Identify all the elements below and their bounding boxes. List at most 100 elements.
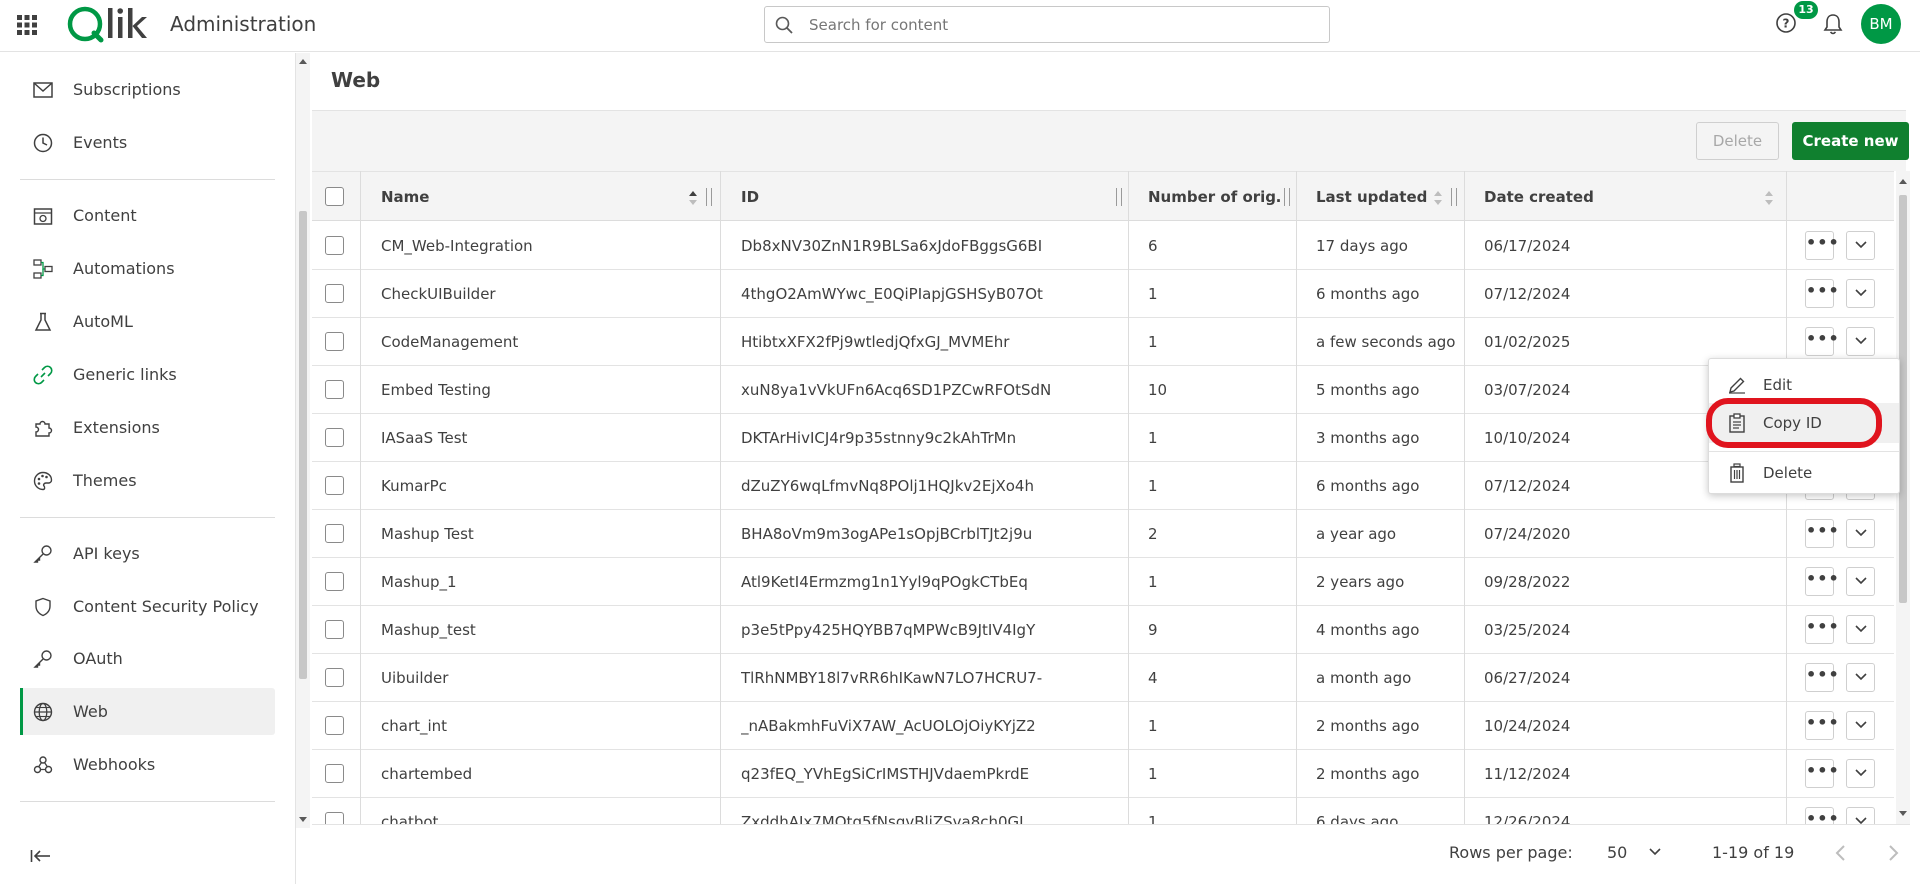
more-actions-button[interactable]: ••• — [1805, 567, 1839, 596]
more-actions-button[interactable]: ••• — [1805, 327, 1839, 356]
menu-item-copy-id[interactable]: Copy ID — [1709, 403, 1899, 443]
scroll-up-arrow-icon[interactable] — [299, 59, 307, 64]
table-scrollbar[interactable] — [1896, 171, 1910, 824]
row-checkbox[interactable] — [325, 668, 344, 687]
expand-row-button[interactable] — [1846, 663, 1875, 692]
bell-icon[interactable] — [1822, 12, 1844, 36]
more-actions-button[interactable]: ••• — [1805, 711, 1839, 740]
row-checkbox[interactable] — [325, 620, 344, 639]
column-header-date-created[interactable]: Date created — [1484, 172, 1684, 222]
column-resize-handle[interactable] — [1451, 188, 1457, 206]
table-row[interactable]: CodeManagement HtibtxXFX2fPj9wtledjQfxGJ_… — [312, 318, 1894, 366]
more-actions-button[interactable]: ••• — [1805, 231, 1839, 260]
expand-row-button[interactable] — [1846, 327, 1875, 356]
table-row[interactable]: chartembed q23fEQ_YVhEgSiCrIMSTHJVdaemPkr… — [312, 750, 1894, 798]
column-header-name[interactable]: Name — [381, 172, 581, 222]
user-avatar[interactable]: BM — [1861, 4, 1901, 44]
more-actions-button[interactable]: ••• — [1805, 807, 1839, 824]
chevron-down-icon — [1649, 848, 1661, 856]
sidebar-item-api-keys[interactable]: API keys — [20, 530, 275, 577]
table-row[interactable]: CheckUIBuilder 4thgO2AmWYwc_E0QiPIapjGSHS… — [312, 270, 1894, 318]
sidebar-item-content[interactable]: Content — [20, 192, 275, 239]
column-resize-handle[interactable] — [706, 188, 712, 206]
table-row[interactable]: IASaaS Test DKTArHivICJ4r9p35stnny9c2kAhT… — [312, 414, 1894, 462]
search-input[interactable] — [807, 12, 1307, 38]
sidebar-item-events[interactable]: Events — [20, 119, 275, 166]
sidebar-item-automl[interactable]: AutoML — [20, 298, 275, 345]
sidebar-item-oauth[interactable]: OAuth — [20, 635, 275, 682]
more-actions-button[interactable]: ••• — [1805, 759, 1839, 788]
sidebar-item-content-security-policy[interactable]: Content Security Policy — [20, 583, 275, 630]
sidebar-item-extensions[interactable]: Extensions — [20, 404, 275, 451]
table-row[interactable]: chart_int _nABakmhFuViX7AW_AcUOLOjOiyKYjZ… — [312, 702, 1894, 750]
rows-per-page-select[interactable]: 50 — [1607, 837, 1687, 869]
row-checkbox[interactable] — [325, 524, 344, 543]
select-all-checkbox[interactable] — [325, 187, 344, 206]
column-header-number-of-origins[interactable]: Number of orig… — [1148, 172, 1282, 222]
row-checkbox[interactable] — [325, 380, 344, 399]
sidebar-item-subscriptions[interactable]: Subscriptions — [20, 66, 275, 113]
previous-page-icon[interactable] — [1828, 840, 1854, 866]
column-resize-handle[interactable] — [1284, 188, 1290, 206]
create-new-button[interactable]: Create new — [1792, 122, 1909, 160]
row-checkbox[interactable] — [325, 764, 344, 783]
search-box[interactable] — [764, 6, 1330, 43]
sidebar-scrollbar[interactable] — [296, 53, 310, 828]
table-row[interactable]: Mashup Test BHA8oVm9m3ogAPe1sOpjBCrblTJt2… — [312, 510, 1894, 558]
delete-button[interactable]: Delete — [1696, 122, 1779, 160]
collapse-sidebar-icon[interactable] — [30, 848, 52, 864]
table-row[interactable]: Uibuilder TlRhNMBY18l7vRR6hIKawN7LO7HCRU7… — [312, 654, 1894, 702]
scroll-down-arrow-icon[interactable] — [1899, 811, 1907, 816]
row-id: HtibtxXFX2fPj9wtledjQfxGJ_MVMEhr — [741, 333, 1010, 351]
next-page-icon[interactable] — [1880, 840, 1906, 866]
expand-row-button[interactable] — [1846, 567, 1875, 596]
scrollbar-thumb[interactable] — [1899, 195, 1907, 603]
expand-row-button[interactable] — [1846, 519, 1875, 548]
sidebar-item-automations[interactable]: Automations — [20, 245, 275, 292]
help-icon[interactable]: ? — [1775, 12, 1797, 34]
row-checkbox[interactable] — [325, 236, 344, 255]
menu-item-delete[interactable]: Delete — [1709, 453, 1899, 493]
sort-icon[interactable] — [1433, 190, 1443, 206]
column-header-last-updated[interactable]: Last updated — [1316, 172, 1466, 222]
scroll-up-arrow-icon[interactable] — [1899, 179, 1907, 184]
column-header-id[interactable]: ID — [741, 172, 941, 222]
expand-row-button[interactable] — [1846, 231, 1875, 260]
row-checkbox[interactable] — [325, 716, 344, 735]
row-id: Db8xNV30ZnN1R9BLSa6xJdoFBggsG6BI — [741, 237, 1043, 255]
row-checkbox[interactable] — [325, 476, 344, 495]
app-grid-icon[interactable] — [16, 14, 38, 36]
expand-row-button[interactable] — [1846, 711, 1875, 740]
more-actions-button[interactable]: ••• — [1805, 519, 1839, 548]
more-actions-button[interactable]: ••• — [1805, 615, 1839, 644]
expand-row-button[interactable] — [1846, 807, 1875, 824]
row-checkbox[interactable] — [325, 284, 344, 303]
sort-icon[interactable] — [1764, 190, 1774, 206]
more-actions-button[interactable]: ••• — [1805, 279, 1839, 308]
expand-row-button[interactable] — [1846, 615, 1875, 644]
expand-row-button[interactable] — [1846, 759, 1875, 788]
scroll-down-arrow-icon[interactable] — [299, 817, 307, 822]
table-row[interactable]: CM_Web-Integration Db8xNV30ZnN1R9BLSa6xJd… — [312, 222, 1894, 270]
row-name: Uibuilder — [381, 669, 449, 687]
sidebar-item-generic-links[interactable]: Generic links — [20, 351, 275, 398]
table-row[interactable]: KumarPc dZuZY6wqLfmvNq8POlj1HQJkv2EjXo4h 1… — [312, 462, 1894, 510]
more-actions-button[interactable]: ••• — [1805, 663, 1839, 692]
sort-icon[interactable] — [688, 190, 698, 206]
table-row[interactable]: Mashup_1 Atl9KetI4Ermzmg1n1Yyl9qPOgkCTbEq… — [312, 558, 1894, 606]
row-checkbox[interactable] — [325, 428, 344, 447]
qlik-logo[interactable] — [66, 2, 148, 56]
column-resize-handle[interactable] — [1116, 188, 1122, 206]
sidebar-item-web[interactable]: Web — [20, 688, 275, 735]
table-row[interactable]: Embed Testing xuN8ya1vVkUFn6Acq6SD1PZCwRF… — [312, 366, 1894, 414]
row-checkbox[interactable] — [325, 332, 344, 351]
table-row[interactable]: Mashup_test p3e5tPpy425HQYBB7qMPWcB9JtIV4… — [312, 606, 1894, 654]
sidebar-item-themes[interactable]: Themes — [20, 457, 275, 504]
scrollbar-thumb[interactable] — [299, 211, 307, 679]
sidebar-item-webhooks[interactable]: Webhooks — [20, 741, 275, 788]
table-row[interactable]: chatbot ZxddhAJx7MOtg5fNsgvBliZSva8ch0GL 1… — [312, 798, 1894, 824]
row-checkbox[interactable] — [325, 812, 344, 824]
expand-row-button[interactable] — [1846, 279, 1875, 308]
menu-item-edit[interactable]: Edit — [1709, 365, 1899, 405]
row-checkbox[interactable] — [325, 572, 344, 591]
